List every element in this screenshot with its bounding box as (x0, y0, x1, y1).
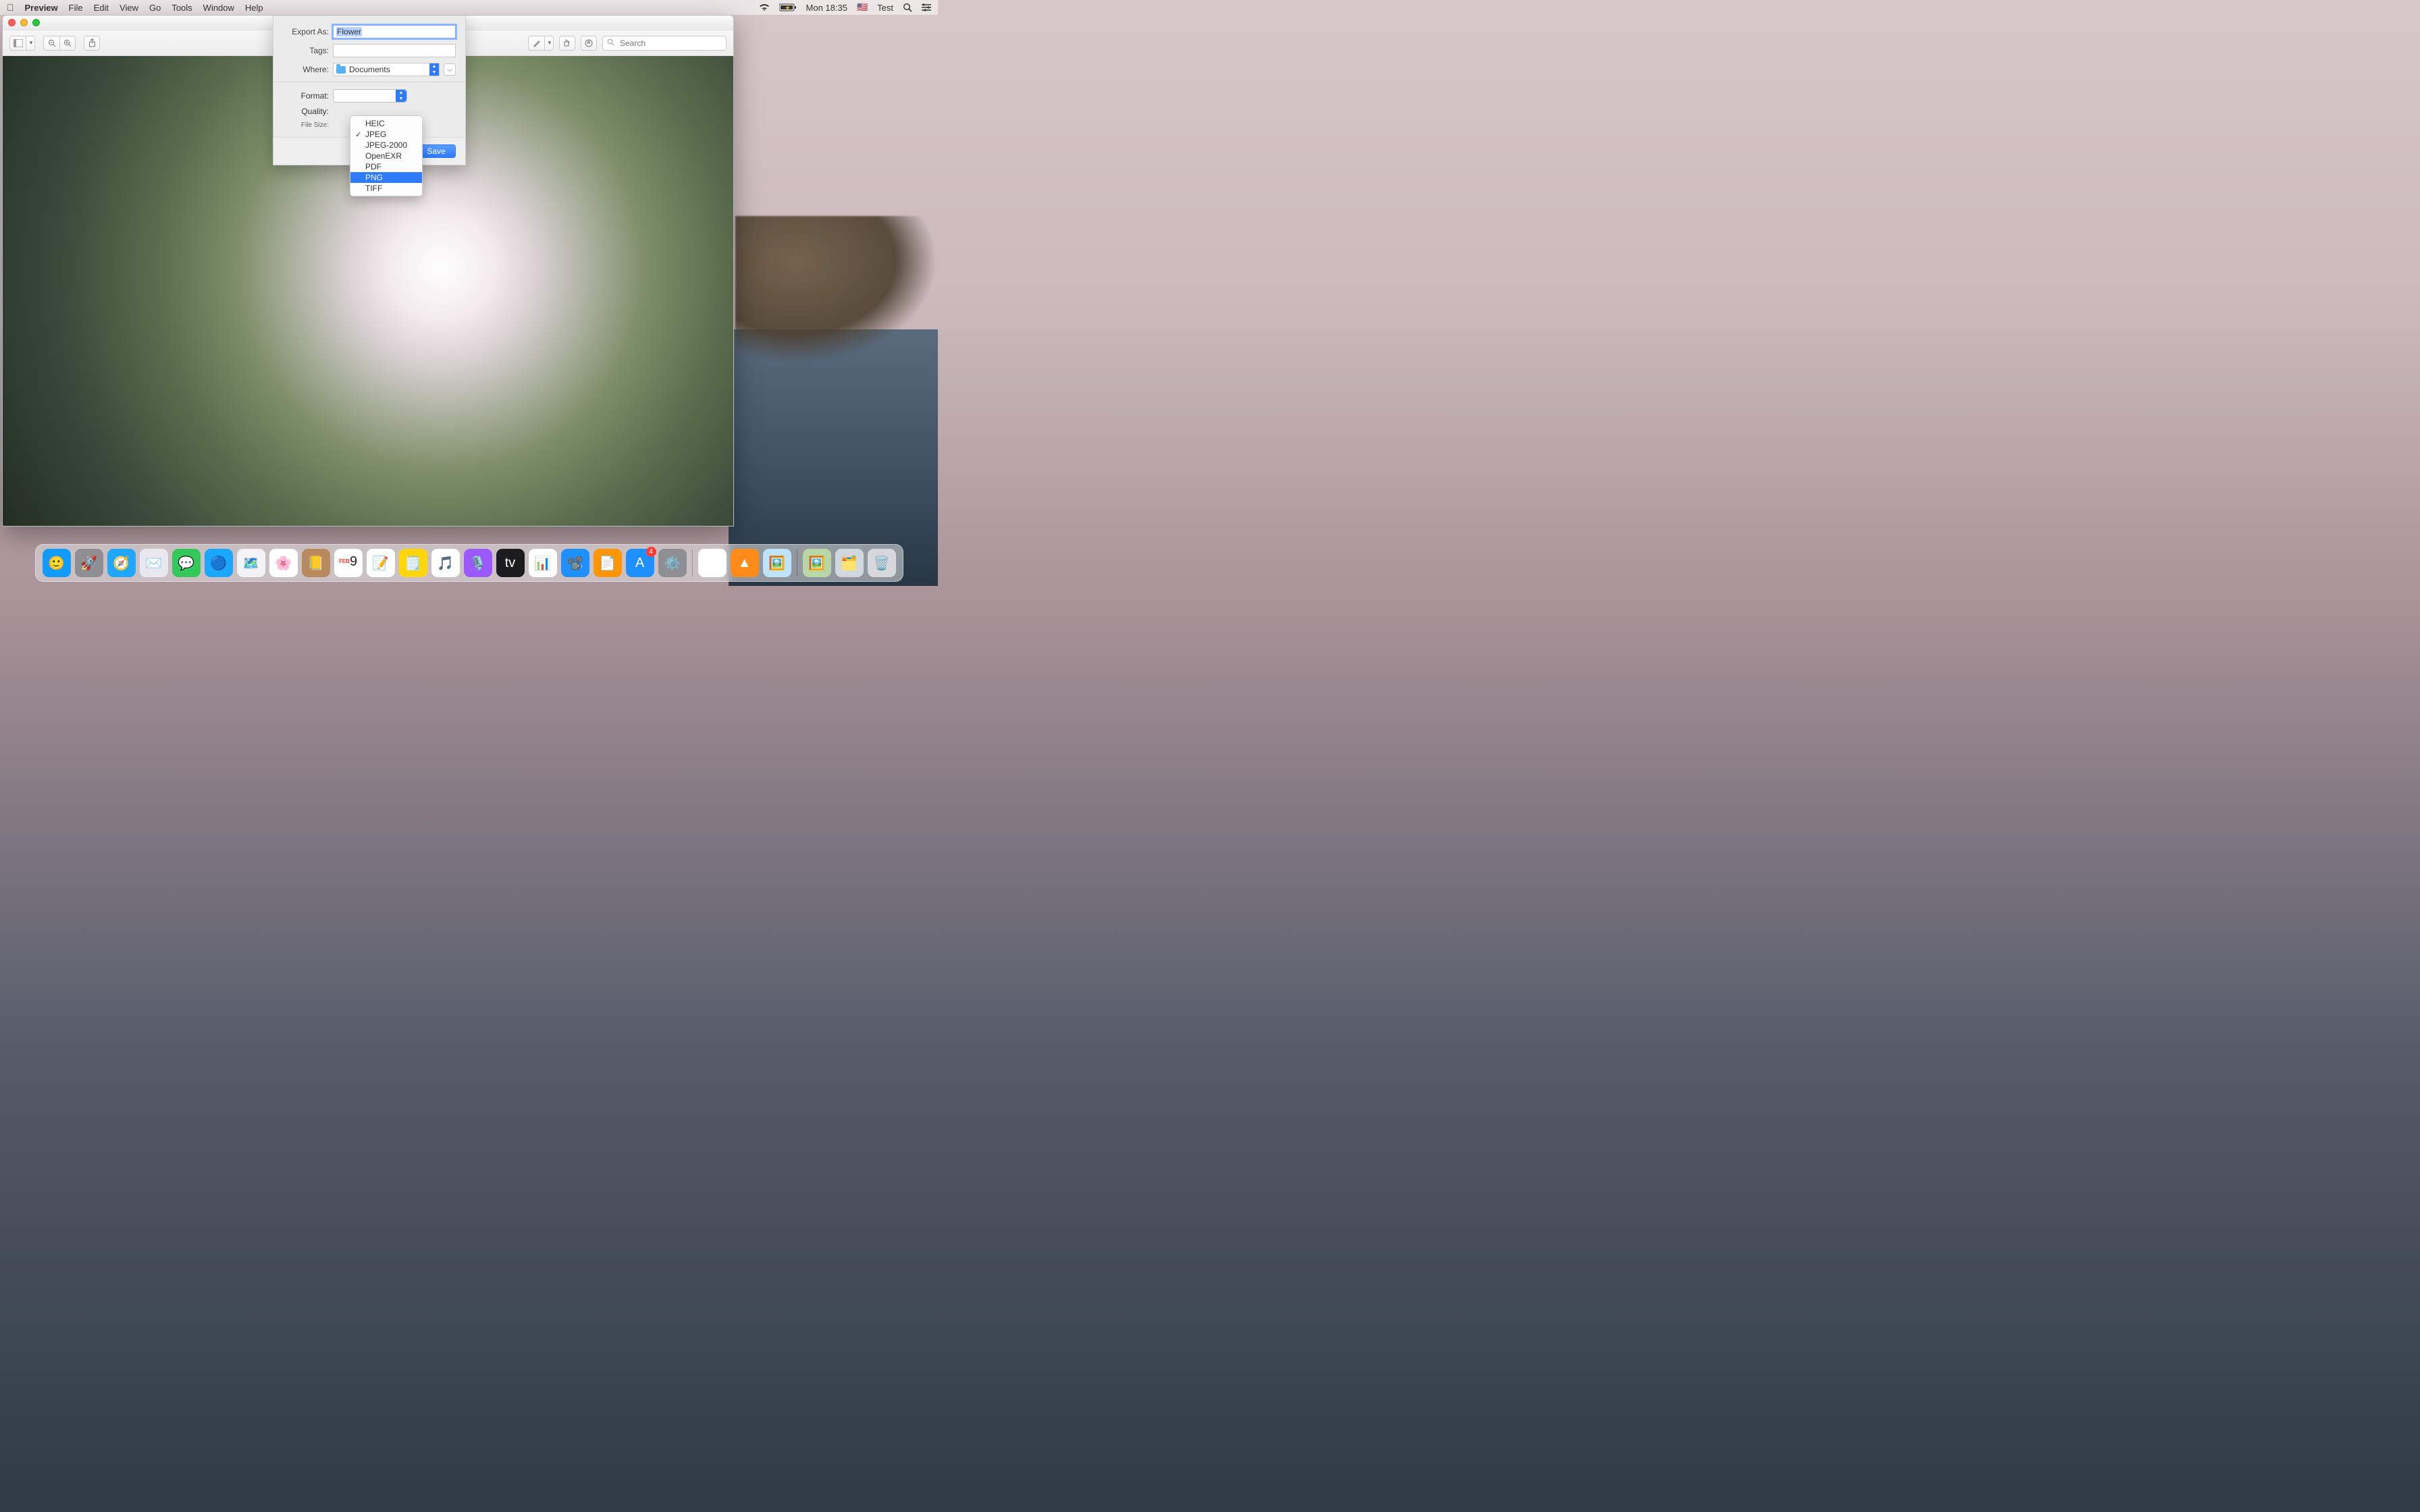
zoom-out-button[interactable] (43, 36, 59, 51)
dock-pages[interactable]: 📄 (594, 549, 622, 577)
sidebar-view-menu[interactable]: ▾ (26, 36, 35, 51)
markup-button[interactable] (528, 36, 544, 51)
format-option-png[interactable]: PNG (350, 172, 422, 183)
menu-view[interactable]: View (120, 3, 138, 13)
format-select[interactable]: ▲▼ (333, 89, 407, 103)
dock-airdrop[interactable]: 🔵 (205, 549, 233, 577)
tags-field[interactable] (333, 44, 456, 57)
format-option-jpeg[interactable]: JPEG (350, 129, 422, 140)
toolbar-search[interactable] (602, 36, 727, 51)
zoom-in-button[interactable] (59, 36, 76, 51)
where-label: Where: (283, 65, 329, 74)
dock-reminders[interactable]: 📝 (367, 549, 395, 577)
menubar-user[interactable]: Test (877, 3, 893, 13)
dock-photos[interactable]: 🌸 (269, 549, 298, 577)
menu-tools[interactable]: Tools (172, 3, 192, 13)
info-button[interactable] (581, 36, 597, 51)
dock-vlc[interactable]: ▲ (731, 549, 759, 577)
search-input[interactable] (619, 38, 726, 49)
dock-settings[interactable]: ⚙️ (658, 549, 687, 577)
dock-mail[interactable]: ✉️ (140, 549, 168, 577)
wifi-icon[interactable] (759, 3, 770, 11)
format-option-heic[interactable]: HEIC (350, 118, 422, 129)
battery-icon[interactable]: ⚡ (779, 3, 797, 11)
svg-text:⚡: ⚡ (785, 5, 791, 11)
menubar-clock[interactable]: Mon 18:35 (806, 3, 847, 13)
dock-preview[interactable]: 🖼️ (763, 549, 791, 577)
dock-recent-2[interactable]: 🗂️ (835, 549, 864, 577)
dock-messages[interactable]: 💬 (172, 549, 201, 577)
share-button[interactable] (84, 36, 100, 51)
where-value: Documents (349, 65, 390, 74)
tags-input[interactable] (336, 45, 452, 56)
apple-menu[interactable]:  (7, 2, 14, 13)
app-menu[interactable]: Preview (25, 3, 58, 13)
dock[interactable]: 🙂🚀🧭✉️💬🔵🗺️🌸📒FEB9📝🗒️🎵🎙️tv📊📽️📄A4⚙️◎▲🖼️🖼️🗂️🗑… (35, 544, 903, 582)
quality-label: Quality: (283, 107, 329, 116)
dock-finder[interactable]: 🙂 (43, 549, 71, 577)
export-as-value: Flower (336, 27, 362, 36)
dock-divider (692, 549, 693, 576)
export-as-label: Export As: (283, 27, 329, 36)
tags-label: Tags: (283, 46, 329, 55)
flag-icon[interactable]: 🇺🇸 (857, 2, 868, 13)
format-dropdown[interactable]: HEICJPEGJPEG-2000OpenEXRPDFPNGTIFF (350, 115, 423, 196)
format-option-tiff[interactable]: TIFF (350, 183, 422, 194)
format-label: Format: (283, 91, 329, 101)
folder-icon (336, 66, 346, 74)
dock-safari[interactable]: 🧭 (107, 549, 136, 577)
dock-contacts[interactable]: 📒 (302, 549, 330, 577)
menubar:  Preview File Edit View Go Tools Window… (0, 0, 938, 15)
menu-edit[interactable]: Edit (94, 3, 109, 13)
where-stepper[interactable]: ▲▼ (429, 63, 439, 76)
format-option-openexr[interactable]: OpenEXR (350, 151, 422, 161)
dock-trash[interactable]: 🗑️ (868, 549, 896, 577)
menu-help[interactable]: Help (245, 3, 263, 13)
dock-podcasts[interactable]: 🎙️ (464, 549, 492, 577)
dock-maps[interactable]: 🗺️ (237, 549, 265, 577)
markup-menu[interactable]: ▾ (544, 36, 554, 51)
search-icon (607, 38, 614, 48)
window-maximize[interactable] (32, 19, 40, 26)
format-option-pdf[interactable]: PDF (350, 161, 422, 172)
window-minimize[interactable] (20, 19, 28, 26)
menu-go[interactable]: Go (149, 3, 161, 13)
dock-appstore-badge: 4 (646, 547, 656, 557)
where-select[interactable]: Documents ▲▼ (333, 63, 440, 76)
rotate-button[interactable] (559, 36, 575, 51)
dock-launchpad[interactable]: 🚀 (75, 549, 103, 577)
dock-tv[interactable]: tv (496, 549, 525, 577)
dock-appstore[interactable]: A4 (626, 549, 654, 577)
sidebar-view-button[interactable] (9, 36, 26, 51)
dock-music[interactable]: 🎵 (431, 549, 460, 577)
menu-window[interactable]: Window (203, 3, 234, 13)
export-as-field[interactable]: Flower (333, 25, 456, 38)
file-size-label: File Size: (283, 122, 329, 129)
dock-recent-1[interactable]: 🖼️ (803, 549, 831, 577)
preview-window: Flower.heic ⌵ ▾ ▾ (2, 15, 734, 526)
dock-chrome[interactable]: ◎ (698, 549, 727, 577)
dock-keynote[interactable]: 📽️ (561, 549, 589, 577)
menu-file[interactable]: File (69, 3, 83, 13)
where-disclose[interactable]: ⌵ (444, 63, 456, 76)
wallpaper-island (735, 216, 938, 364)
dock-calendar[interactable]: FEB9 (334, 549, 363, 577)
window-close[interactable] (8, 19, 16, 26)
spotlight-icon[interactable] (903, 3, 912, 12)
dock-notes[interactable]: 🗒️ (399, 549, 427, 577)
format-option-jpeg-2000[interactable]: JPEG-2000 (350, 140, 422, 151)
dock-numbers[interactable]: 📊 (529, 549, 557, 577)
control-center-icon[interactable] (922, 3, 931, 11)
